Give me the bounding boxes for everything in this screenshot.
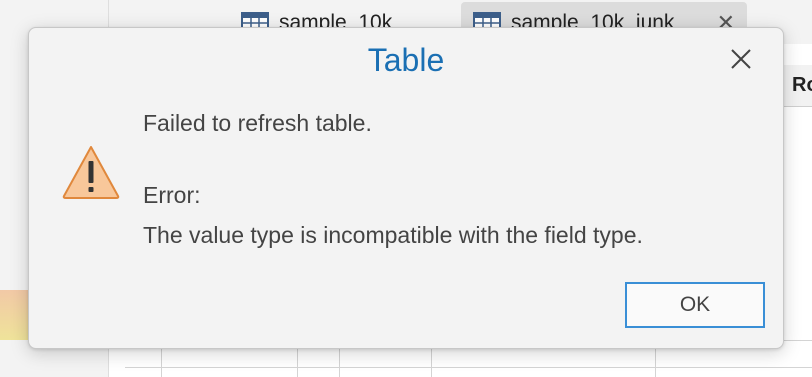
close-button[interactable] [724,42,758,76]
column-header[interactable]: Ro [784,65,812,107]
dialog-title: Table [367,42,445,78]
error-detail: The value type is incompatible with the … [143,222,643,248]
color-swatch [0,290,30,340]
ok-button[interactable]: OK [625,282,765,328]
error-dialog: Table Failed to refresh table. Error: Th… [28,27,784,349]
close-icon [731,49,751,69]
error-heading: Error: [143,182,201,208]
warning-icon [62,146,120,199]
dialog-message: Failed to refresh table. [143,110,372,136]
